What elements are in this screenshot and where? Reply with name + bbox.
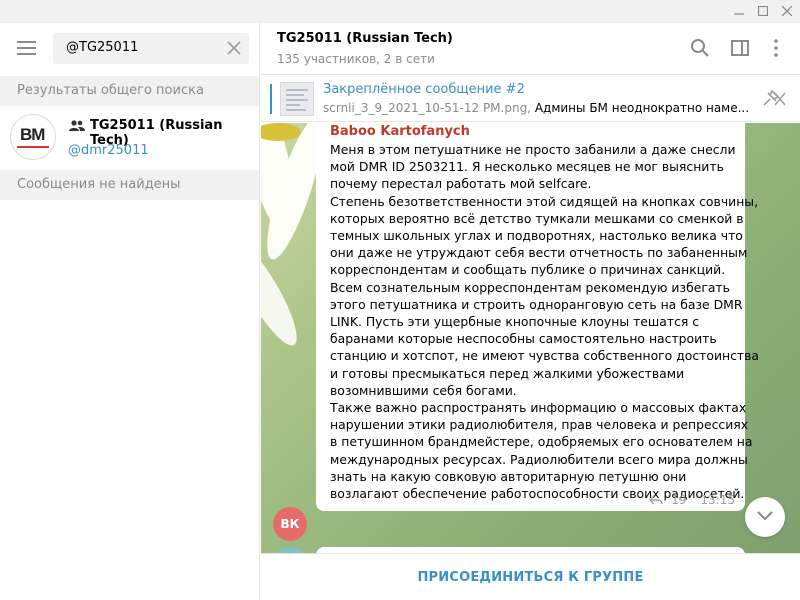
search-result-item[interactable]: BM TG25011 (Russian Tech) @dmr25011 <box>0 107 259 169</box>
unpin-icon[interactable] <box>761 90 787 108</box>
message-line: в петушинном брандмейстере, одобряемых е… <box>330 434 753 450</box>
search-icon[interactable] <box>689 37 711 59</box>
message-line: нарушении этики радиолюбителя, прав чело… <box>330 417 749 433</box>
scroll-down-button[interactable] <box>745 497 785 537</box>
pinned-title: Закреплённое сообщение #2 <box>323 82 525 97</box>
chat-header: TG25011 (Russian Tech) 135 участников, 2… <box>261 23 800 75</box>
message-line: этого петушатника и строить одноранговую… <box>330 296 743 312</box>
avatar-logo-text: BM <box>20 125 45 144</box>
reply-count[interactable]: 19 <box>671 493 686 507</box>
minimize-icon[interactable] <box>727 0 751 23</box>
window-titlebar <box>0 0 800 23</box>
chat-messages-area[interactable]: Baboo Kartofanych Меня в этом петушатник… <box>261 123 800 553</box>
message-line: которых вероятно всё детство тумкали меш… <box>330 210 744 226</box>
wallpaper-flower-center <box>261 123 301 141</box>
message-line: и готовы пресмыкаться перед жалкими убож… <box>330 365 685 381</box>
message-line: LINK. Пусть эти ущербные кнопочные клоун… <box>330 314 700 330</box>
close-icon[interactable] <box>775 0 799 23</box>
chat-title[interactable]: TG25011 (Russian Tech) <box>277 31 453 46</box>
avatar: BM <box>10 114 56 160</box>
sidebar-toggle-icon[interactable] <box>729 37 751 59</box>
sidebar: @TG25011 Результаты общего поиска BM TG2… <box>0 23 260 600</box>
message-text: Меня в этом петушатнике не просто забани… <box>330 141 760 502</box>
message-line: баранами которые неспособны самостоятель… <box>330 331 717 347</box>
menu-icon[interactable] <box>17 41 37 55</box>
message-line: знать на какую совковую авторитарную пет… <box>330 468 687 484</box>
messages-not-found-header: Сообщения не найдены <box>0 170 259 200</box>
search-input-value[interactable]: @TG25011 <box>66 40 138 55</box>
message-line: Также важно распространять информацию о … <box>330 400 747 416</box>
pinned-message-bar[interactable]: Закреплённое сообщение #2 scrnli_3_9_202… <box>261 76 800 122</box>
chat-subtitle: 135 участников, 2 в сети <box>277 52 435 66</box>
message-line: они даже не утруждают себя вести отчетно… <box>330 245 748 261</box>
message-line: Степень безответственности этой сидящей … <box>330 193 759 209</box>
message-line: станцию и хотспот, не имеют чувства собс… <box>330 348 760 364</box>
message-line: международных ресурсах. Радиолюбители вс… <box>330 451 748 467</box>
group-icon <box>69 120 85 131</box>
message-line: Всем сознательным корреспондентам рекоме… <box>330 279 730 295</box>
pinned-preview: scrnli_3_9_2021_10-51-12 PM.png, Админы … <box>323 101 749 115</box>
join-group-button[interactable]: ПРИСОЕДИНИТЬСЯ К ГРУППЕ <box>261 554 800 600</box>
message-line: Меня в этом петушатнике не просто забани… <box>330 142 736 157</box>
message-line: возомнившими себя богами. <box>330 382 517 398</box>
message-line: мой DMR ID 2503211. Я несколько месяцев … <box>330 159 724 175</box>
pinned-preview-text: Админы БМ неоднократно наме... <box>534 101 750 115</box>
sender-avatar[interactable]: ВК <box>273 507 307 541</box>
message-line: корреспондентам и сообщать публике о при… <box>330 262 726 278</box>
message-line: темных школьных углах и подворотнях, нас… <box>330 228 743 244</box>
result-handle: @dmr25011 <box>68 143 149 158</box>
pinned-file-name: scrnli_3_9_2021_10-51-12 PM.png, <box>323 101 531 115</box>
reply-icon[interactable] <box>649 495 664 505</box>
message-line: почему перестал работать мой selfcare. <box>330 176 592 192</box>
maximize-icon[interactable] <box>751 0 775 23</box>
search-input[interactable]: @TG25011 <box>53 33 249 64</box>
more-options-icon[interactable] <box>765 37 787 59</box>
chevron-down-icon <box>757 511 773 521</box>
pinned-thumbnail <box>280 82 314 116</box>
message-meta: 19 13:15 <box>649 493 735 507</box>
clear-search-icon[interactable] <box>227 41 241 55</box>
pinned-accent-line <box>270 84 272 114</box>
message-bubble[interactable]: Baboo Kartofanych Меня в этом петушатник… <box>316 123 760 511</box>
message-sender[interactable]: Baboo Kartofanych <box>330 124 470 139</box>
global-results-header: Результаты общего поиска <box>0 76 259 106</box>
chat-footer: ПРИСОЕДИНИТЬСЯ К ГРУППЕ <box>261 553 800 600</box>
message-time: 13:15 <box>700 493 735 507</box>
